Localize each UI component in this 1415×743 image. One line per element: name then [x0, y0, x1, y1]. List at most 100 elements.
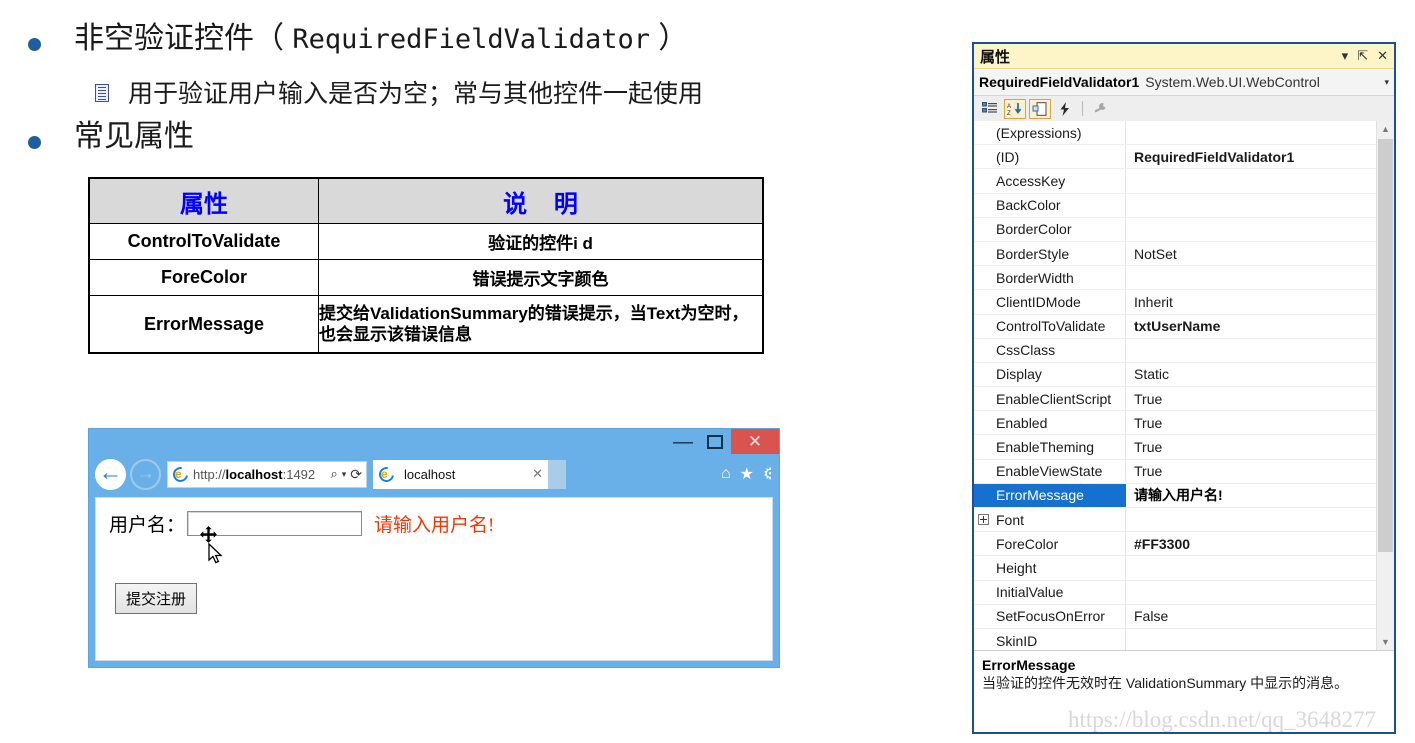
favorites-star-icon[interactable]: ★ [740, 464, 754, 484]
property-name: EnableTheming [974, 435, 1126, 459]
scrollbar-track[interactable] [1377, 137, 1394, 634]
property-row[interactable]: BorderWidth [974, 266, 1376, 291]
property-value[interactable] [1126, 169, 1376, 192]
bullet-1-suffix: ） [649, 22, 689, 55]
browser-tab[interactable]: e localhost ✕ [373, 459, 548, 489]
svg-text:Z: Z [1007, 111, 1011, 116]
events-lightning-icon[interactable] [1054, 99, 1076, 119]
property-row[interactable]: SetFocusOnError False [974, 604, 1376, 629]
property-value[interactable] [1126, 339, 1376, 362]
browser-command-bar: ⌂ ★ ⚙ [721, 464, 773, 484]
maximize-button[interactable] [699, 429, 731, 454]
property-value[interactable] [1126, 508, 1376, 531]
scrollbar-thumb[interactable] [1378, 139, 1393, 552]
property-row[interactable]: Display Static [974, 362, 1376, 388]
submit-button[interactable]: 提交注册 [115, 583, 198, 614]
forward-button[interactable]: → [130, 458, 161, 490]
properties-panel: 属性 ▾ ⇱ ✕ RequiredFieldValidator1 System.… [972, 42, 1396, 734]
property-value[interactable]: txtUserName [1126, 315, 1376, 338]
property-name: BorderColor [974, 217, 1126, 241]
property-row[interactable]: ClientIDMode Inherit [974, 290, 1376, 315]
tab-close-icon[interactable]: ✕ [532, 466, 543, 482]
property-row[interactable]: (ID) RequiredFieldValidator1 [974, 145, 1376, 170]
properties-object-selector[interactable]: RequiredFieldValidator1 System.Web.UI.We… [974, 69, 1394, 96]
property-row[interactable]: CssClass [974, 338, 1376, 363]
gear-icon[interactable]: ⚙ [763, 464, 771, 484]
property-row[interactable]: EnableTheming True [974, 435, 1376, 460]
home-icon[interactable]: ⌂ [721, 465, 731, 483]
property-value[interactable]: 请输入用户名! [1126, 483, 1376, 507]
chevron-down-icon[interactable]: ▾ [342, 469, 347, 480]
property-value[interactable] [1126, 629, 1376, 650]
bullet-item-2: 常见属性 [28, 120, 194, 155]
table-cell-key: ControlToValidate [88, 223, 319, 260]
alphabetical-sort-icon[interactable]: A Z [1004, 98, 1026, 119]
property-row[interactable]: ControlToValidate txtUserName [974, 314, 1376, 339]
property-value[interactable] [1126, 194, 1376, 217]
chevron-down-icon[interactable]: ▾ [1342, 48, 1349, 64]
internet-explorer-icon: e [170, 463, 191, 485]
property-name: EnableViewState [974, 459, 1126, 483]
property-value[interactable]: True [1126, 411, 1376, 434]
minimize-button[interactable]: — [667, 429, 699, 461]
property-value[interactable] [1126, 581, 1376, 604]
properties-page-icon[interactable] [1029, 98, 1051, 119]
close-button[interactable]: ✕ [731, 429, 779, 454]
property-row[interactable]: InitialValue [974, 580, 1376, 605]
property-name: Display [974, 362, 1126, 387]
property-value[interactable] [1126, 266, 1376, 289]
refresh-icon[interactable]: ⟳ [350, 466, 362, 483]
property-name: ControlToValidate [974, 314, 1126, 338]
property-value[interactable]: True [1126, 387, 1376, 410]
categorized-icon[interactable] [979, 99, 1001, 119]
property-value[interactable]: NotSet [1126, 242, 1376, 265]
property-row-selected[interactable]: ErrorMessage 请输入用户名! [974, 483, 1376, 508]
property-row[interactable]: AccessKey [974, 169, 1376, 194]
property-value[interactable]: True [1126, 435, 1376, 458]
property-row[interactable]: EnableViewState True [974, 459, 1376, 484]
property-row[interactable]: SkinID [974, 628, 1376, 650]
username-form-row: 用户名： 请输入用户名! [109, 510, 494, 537]
property-name: AccessKey [974, 169, 1126, 193]
property-value[interactable] [1126, 121, 1376, 144]
wrench-icon[interactable] [1089, 99, 1111, 119]
property-row[interactable]: EnableClientScript True [974, 387, 1376, 412]
bullet-item-1: 非空验证控件（ RequiredFieldValidator ） [28, 22, 688, 57]
property-name: (ID) [974, 145, 1126, 169]
search-icon[interactable]: ⌕ [330, 466, 337, 482]
property-row[interactable]: BorderColor [974, 217, 1376, 242]
chevron-down-icon[interactable]: ▾ [1384, 77, 1389, 88]
property-value[interactable]: True [1126, 460, 1376, 483]
property-row[interactable]: Enabled True [974, 411, 1376, 436]
new-tab-button[interactable] [548, 459, 566, 489]
property-name: SkinID [974, 628, 1126, 650]
back-button[interactable]: ← [95, 458, 126, 490]
property-name: Height [974, 556, 1126, 580]
properties-grid-scrollbar[interactable]: ▲ ▼ [1376, 121, 1394, 650]
property-row[interactable]: (Expressions) [974, 121, 1376, 146]
property-value[interactable]: Inherit [1126, 290, 1376, 313]
expand-plus-icon[interactable] [978, 514, 989, 526]
browser-tab-label: localhost [404, 466, 456, 482]
property-row[interactable]: BorderStyle NotSet [974, 241, 1376, 267]
address-bar[interactable]: e http://localhost:1492 ⌕ ▾ ⟳ [167, 460, 367, 488]
property-row[interactable]: Font [974, 508, 1376, 533]
property-value[interactable]: Static [1126, 363, 1376, 386]
property-value[interactable] [1126, 556, 1376, 579]
scroll-down-icon[interactable]: ▼ [1377, 634, 1394, 650]
properties-panel-title: 属性 [980, 48, 1011, 66]
property-row[interactable]: Height [974, 556, 1376, 581]
close-icon[interactable]: ✕ [1377, 48, 1388, 64]
bullet-1-identifier: RequiredFieldValidator [292, 24, 650, 55]
property-row[interactable]: BackColor [974, 193, 1376, 218]
properties-grid[interactable]: (Expressions) (ID) RequiredFieldValidator… [974, 121, 1376, 650]
property-name: Enabled [974, 411, 1126, 435]
scroll-up-icon[interactable]: ▲ [1377, 121, 1394, 137]
property-value[interactable]: False [1126, 605, 1376, 628]
property-value[interactable]: #FF3300 [1126, 532, 1376, 555]
pin-icon[interactable]: ⇱ [1357, 48, 1368, 64]
property-value[interactable]: RequiredFieldValidator1 [1126, 145, 1376, 168]
property-description-pane: ErrorMessage 当验证的控件无效时在 ValidationSummar… [974, 650, 1394, 732]
property-row[interactable]: ForeColor #FF3300 [974, 532, 1376, 557]
property-value[interactable] [1126, 218, 1376, 241]
